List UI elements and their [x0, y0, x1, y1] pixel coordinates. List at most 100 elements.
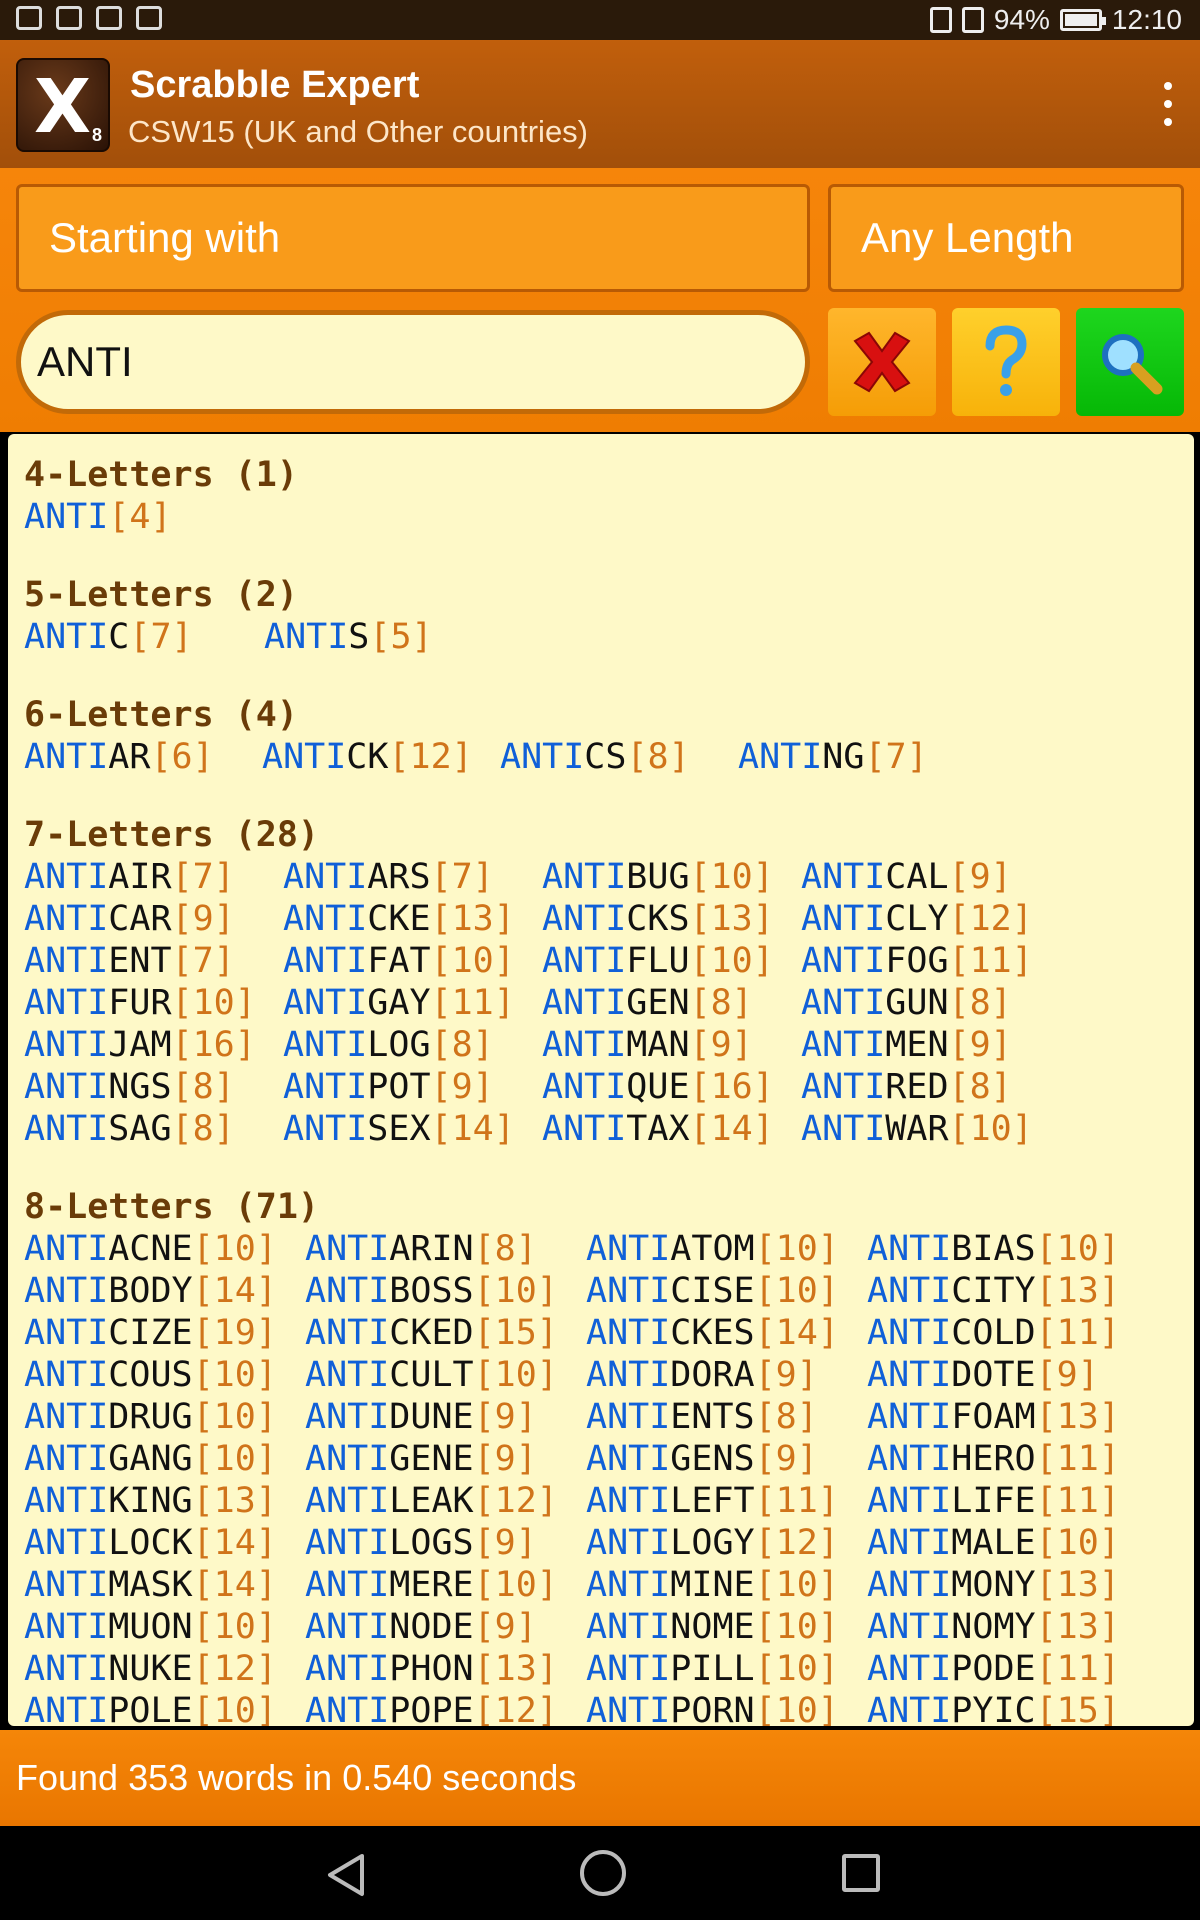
word-entry[interactable]: ANTISAG[8] — [24, 1108, 283, 1150]
recent-apps-icon[interactable] — [842, 1854, 880, 1892]
word-entry[interactable]: ANTILOG[8] — [283, 1024, 542, 1066]
word-entry[interactable]: ANTIARS[7] — [283, 856, 542, 898]
word-entry[interactable]: ANTICOUS[10] — [24, 1354, 305, 1396]
word-entry[interactable]: ANTIGENE[9] — [305, 1438, 586, 1480]
word-entry[interactable]: ANTIRED[8] — [801, 1066, 1060, 1108]
word-entry[interactable]: ANTIWAR[10] — [801, 1108, 1060, 1150]
help-button[interactable] — [952, 308, 1060, 416]
word-entry[interactable]: ANTIGEN[8] — [542, 982, 801, 1024]
word-entry[interactable]: ANTI[4] — [24, 496, 172, 538]
word-entry[interactable]: ANTICK[12] — [262, 736, 500, 778]
word-entry[interactable]: ANTIPOLE[10] — [24, 1690, 305, 1726]
word-entry[interactable]: ANTIMINE[10] — [586, 1564, 867, 1606]
word-entry[interactable]: ANTIDUNE[9] — [305, 1396, 586, 1438]
length-dropdown[interactable]: Any Length — [828, 184, 1184, 292]
results-list[interactable]: 4-Letters (1) ANTI[4] 5-Letters (2) ANTIC[7… — [8, 434, 1194, 1726]
word-entry[interactable]: ANTIPYIC[15] — [867, 1690, 1148, 1726]
word-entry[interactable]: ANTIMEN[9] — [801, 1024, 1060, 1066]
word-entry[interactable]: ANTIARIN[8] — [305, 1228, 586, 1270]
word-entry[interactable]: ANTICKED[15] — [305, 1312, 586, 1354]
word-entry[interactable]: ANTICAR[9] — [24, 898, 283, 940]
word-entry[interactable]: ANTIATOM[10] — [586, 1228, 867, 1270]
word-entry[interactable]: ANTILOCK[14] — [24, 1522, 305, 1564]
overflow-menu-icon[interactable] — [1158, 82, 1178, 126]
word-entry[interactable]: ANTIGENS[9] — [586, 1438, 867, 1480]
word-entry[interactable]: ANTILOGY[12] — [586, 1522, 867, 1564]
word-entry[interactable]: ANTIFOG[11] — [801, 940, 1060, 982]
word-entry[interactable]: ANTIDOTE[9] — [867, 1354, 1148, 1396]
word-entry[interactable]: ANTIBODY[14] — [24, 1270, 305, 1312]
word-entry[interactable]: ANTIMERE[10] — [305, 1564, 586, 1606]
word-entry[interactable]: ANTIAIR[7] — [24, 856, 283, 898]
word-entry[interactable]: ANTINODE[9] — [305, 1606, 586, 1648]
word-entry[interactable]: ANTILEFT[11] — [586, 1480, 867, 1522]
word-entry[interactable]: ANTINOME[10] — [586, 1606, 867, 1648]
word-entry[interactable]: ANTIDRUG[10] — [24, 1396, 305, 1438]
word-entry[interactable]: ANTISEX[14] — [283, 1108, 542, 1150]
word-entry[interactable]: ANTIACNE[10] — [24, 1228, 305, 1270]
word-entry[interactable]: ANTIPORN[10] — [586, 1690, 867, 1726]
word-entry[interactable]: ANTIJAM[16] — [24, 1024, 283, 1066]
word-score: [10] — [192, 1397, 277, 1437]
word-entry[interactable]: ANTICKES[14] — [586, 1312, 867, 1354]
word-entry[interactable]: ANTICLY[12] — [801, 898, 1060, 940]
word-entry[interactable]: ANTICULT[10] — [305, 1354, 586, 1396]
word-entry[interactable]: ANTILIFE[11] — [867, 1480, 1148, 1522]
word-prefix: ANTI — [264, 617, 349, 657]
word-entry[interactable]: ANTIFAT[10] — [283, 940, 542, 982]
home-icon[interactable] — [580, 1850, 626, 1896]
word-entry[interactable]: ANTIFOAM[13] — [867, 1396, 1148, 1438]
word-entry[interactable]: ANTIGAY[11] — [283, 982, 542, 1024]
word-score: [10] — [754, 1649, 839, 1689]
word-entry[interactable]: ANTIS[5] — [264, 616, 504, 658]
search-button[interactable] — [1076, 308, 1184, 416]
word-entry[interactable]: ANTITAX[14] — [542, 1108, 801, 1150]
word-entry[interactable]: ANTIPILL[10] — [586, 1648, 867, 1690]
word-entry[interactable]: ANTIGANG[10] — [24, 1438, 305, 1480]
word-entry[interactable]: ANTIMUON[10] — [24, 1606, 305, 1648]
word-entry[interactable]: ANTIMONY[13] — [867, 1564, 1148, 1606]
word-entry[interactable]: ANTIMASK[14] — [24, 1564, 305, 1606]
word-entry[interactable]: ANTIPODE[11] — [867, 1648, 1148, 1690]
word-entry[interactable]: ANTIENT[7] — [24, 940, 283, 982]
word-entry[interactable]: ANTIBIAS[10] — [867, 1228, 1148, 1270]
group-title: 5-Letters (2) — [24, 575, 298, 615]
word-entry[interactable]: ANTIENTS[8] — [586, 1396, 867, 1438]
word-entry[interactable]: ANTICIZE[19] — [24, 1312, 305, 1354]
word-entry[interactable]: ANTIFUR[10] — [24, 982, 283, 1024]
word-entry[interactable]: ANTICS[8] — [500, 736, 738, 778]
word-entry[interactable]: ANTILEAK[12] — [305, 1480, 586, 1522]
word-entry[interactable]: ANTILOGS[9] — [305, 1522, 586, 1564]
word-entry[interactable]: ANTIKING[13] — [24, 1480, 305, 1522]
word-entry[interactable]: ANTIMAN[9] — [542, 1024, 801, 1066]
word-prefix: ANTI — [305, 1649, 390, 1689]
word-entry[interactable]: ANTIGUN[8] — [801, 982, 1060, 1024]
word-entry[interactable]: ANTIHERO[11] — [867, 1438, 1148, 1480]
search-mode-dropdown[interactable]: Starting with — [16, 184, 810, 292]
word-entry[interactable]: ANTIBOSS[10] — [305, 1270, 586, 1312]
word-entry[interactable]: ANTIPOT[9] — [283, 1066, 542, 1108]
word-entry[interactable]: ANTIQUE[16] — [542, 1066, 801, 1108]
back-icon[interactable] — [324, 1852, 368, 1898]
word-entry[interactable]: ANTINGS[8] — [24, 1066, 283, 1108]
word-entry[interactable]: ANTICOLD[11] — [867, 1312, 1148, 1354]
word-entry[interactable]: ANTICKE[13] — [283, 898, 542, 940]
word-entry[interactable]: ANTICAL[9] — [801, 856, 1060, 898]
word-entry[interactable]: ANTIPHON[13] — [305, 1648, 586, 1690]
word-suffix: CITY — [951, 1271, 1036, 1311]
word-entry[interactable]: ANTIDORA[9] — [586, 1354, 867, 1396]
search-input[interactable]: ANTI — [16, 310, 810, 414]
word-entry[interactable]: ANTIBUG[10] — [542, 856, 801, 898]
word-entry[interactable]: ANTIC[7] — [24, 616, 264, 658]
clear-button[interactable] — [828, 308, 936, 416]
word-entry[interactable]: ANTIAR[6] — [24, 736, 262, 778]
word-entry[interactable]: ANTIFLU[10] — [542, 940, 801, 982]
word-entry[interactable]: ANTIMALE[10] — [867, 1522, 1148, 1564]
word-entry[interactable]: ANTICKS[13] — [542, 898, 801, 940]
word-entry[interactable]: ANTINUKE[12] — [24, 1648, 305, 1690]
word-entry[interactable]: ANTICITY[13] — [867, 1270, 1148, 1312]
word-entry[interactable]: ANTIPOPE[12] — [305, 1690, 586, 1726]
word-entry[interactable]: ANTINOMY[13] — [867, 1606, 1148, 1648]
word-entry[interactable]: ANTICISE[10] — [586, 1270, 867, 1312]
word-entry[interactable]: ANTING[7] — [738, 736, 976, 778]
